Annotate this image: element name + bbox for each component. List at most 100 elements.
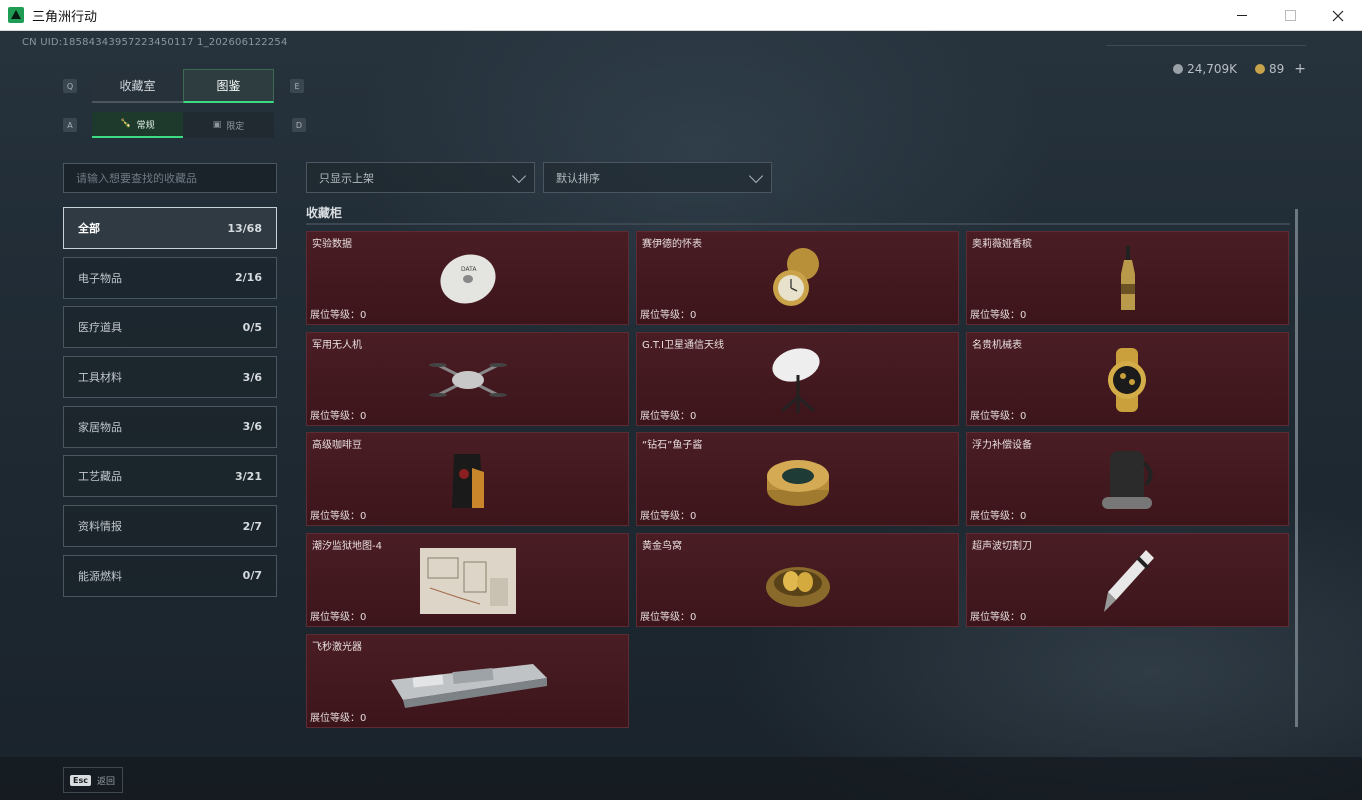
add-currency-button[interactable]: + [1294, 61, 1306, 77]
card-level: 展位等级：0 [310, 411, 367, 422]
card-level: 展位等级：0 [310, 310, 367, 321]
category-electronics[interactable]: 电子物品 2/16 [63, 256, 277, 299]
close-icon [1332, 10, 1344, 21]
ultrasonic-knife-icon [1073, 546, 1183, 616]
subtab-limited[interactable]: ▣ 限定 [183, 112, 274, 138]
collection-card[interactable]: 浮力补偿设备 展位等级：0 [966, 432, 1289, 526]
back-button[interactable]: Esc 返回 [63, 767, 123, 793]
category-count: 0/7 [242, 569, 262, 583]
chevron-down-icon [511, 168, 527, 184]
bottle-icon: 🍾 [120, 119, 132, 129]
sort-dropdown-label: 默认排序 [556, 171, 600, 185]
subtab-regular-label: 常规 [136, 120, 155, 131]
map-icon [413, 546, 523, 616]
collection-card[interactable]: 名贵机械表 展位等级：0 [966, 332, 1289, 426]
card-level: 展位等级：0 [970, 612, 1027, 623]
collection-card[interactable]: 超声波切割刀 展位等级：0 [966, 533, 1289, 627]
collection-card[interactable]: 飞秒激光器 展位等级：0 [306, 634, 629, 728]
collection-card[interactable]: 黄金鸟窝 展位等级：0 [636, 533, 959, 627]
filter-dropdown[interactable]: 只显示上架 [306, 162, 535, 193]
tab-catalog[interactable]: 图鉴 [183, 69, 274, 103]
sort-dropdown[interactable]: 默认排序 [543, 162, 772, 193]
filter-dropdown-label: 只显示上架 [319, 171, 374, 185]
collection-card[interactable]: 实验数据 DATA 展位等级：0 [306, 231, 629, 325]
currency-silver: 24,709K [1173, 62, 1237, 76]
collection-card[interactable]: 奥莉薇娅香槟 展位等级：0 [966, 231, 1289, 325]
category-label: 工艺藏品 [78, 470, 122, 484]
category-crafts[interactable]: 工艺藏品 3/21 [63, 455, 277, 498]
category-count: 3/6 [242, 370, 262, 384]
champagne-icon [1073, 244, 1183, 314]
currency-gold-value: 89 [1268, 62, 1285, 76]
category-count: 13/68 [227, 221, 262, 235]
tab-collection-room[interactable]: 收藏室 [92, 69, 183, 103]
frame-icon: ▣ [212, 120, 222, 130]
card-name: 超声波切割刀 [972, 541, 1032, 552]
currency-gold: 89 + [1254, 61, 1306, 77]
grid-scrollbar[interactable] [1295, 209, 1298, 727]
bottom-bar [0, 757, 1362, 800]
category-label: 家居物品 [78, 420, 122, 434]
svg-text:DATA: DATA [461, 266, 477, 273]
card-name: 潮汐监狱地图-4 [312, 541, 382, 552]
card-name: 高级咖啡豆 [312, 440, 362, 451]
card-name: 浮力补偿设备 [972, 440, 1032, 451]
card-level: 展位等级：0 [970, 310, 1027, 321]
collection-card[interactable]: G.T.I卫星通信天线 展位等级：0 [636, 332, 959, 426]
maximize-button[interactable] [1266, 0, 1314, 31]
sub-tabs: 🍾 常规 ▣ 限定 [92, 112, 274, 138]
close-button[interactable] [1314, 0, 1362, 31]
category-energy[interactable]: 能源燃料 0/7 [63, 554, 277, 597]
game-screen: CN UID:18584343957223450117 1_2026061222… [0, 31, 1362, 800]
category-all[interactable]: 全部 13/68 [63, 207, 277, 249]
pocket-watch-icon [743, 244, 853, 314]
currency-divider [1106, 45, 1306, 46]
search-input[interactable] [63, 163, 277, 193]
category-label: 能源燃料 [78, 569, 122, 583]
key-hint-d: D [292, 118, 306, 132]
category-count: 3/6 [242, 420, 262, 434]
bcd-icon [1073, 445, 1183, 515]
category-count: 0/5 [242, 320, 262, 334]
collection-card[interactable]: 潮汐监狱地图-4 展位等级：0 [306, 533, 629, 627]
card-level: 展位等级：0 [310, 713, 367, 724]
collection-card[interactable]: 高级咖啡豆 展位等级：0 [306, 432, 629, 526]
card-name: 名贵机械表 [972, 340, 1022, 351]
satellite-dish-icon [743, 345, 853, 415]
section-title: 收藏柜 [306, 206, 343, 220]
category-tools[interactable]: 工具材料 3/6 [63, 356, 277, 399]
silver-coin-icon [1173, 64, 1184, 74]
subtab-regular[interactable]: 🍾 常规 [92, 112, 183, 138]
category-label: 电子物品 [78, 271, 122, 285]
currency-bar: 24,709K 89 + [1173, 61, 1306, 77]
category-medical[interactable]: 医疗道具 0/5 [63, 306, 277, 349]
card-name: “钻石”鱼子酱 [642, 440, 703, 451]
card-level: 展位等级：0 [310, 612, 367, 623]
card-level: 展位等级：0 [970, 411, 1027, 422]
category-label: 资料情报 [78, 520, 122, 534]
collection-card[interactable]: “钻石”鱼子酱 展位等级：0 [636, 432, 959, 526]
key-hint-a: A [63, 118, 77, 132]
card-level: 展位等级：0 [640, 612, 697, 623]
card-name: 赛伊德的怀表 [642, 239, 702, 250]
wristwatch-icon [1073, 345, 1183, 415]
minimize-button[interactable] [1218, 0, 1266, 31]
coffee-bag-icon [413, 445, 523, 515]
category-count: 2/7 [242, 519, 262, 533]
category-label: 医疗道具 [78, 321, 122, 335]
caviar-tin-icon [743, 445, 853, 515]
laser-device-icon [383, 647, 553, 717]
drone-icon [413, 345, 523, 415]
key-hint-e: E [290, 79, 304, 93]
category-intel[interactable]: 资料情报 2/7 [63, 505, 277, 548]
card-name: G.T.I卫星通信天线 [642, 340, 724, 351]
category-household[interactable]: 家居物品 3/6 [63, 405, 277, 448]
chevron-down-icon [748, 168, 764, 184]
card-name: 奥莉薇娅香槟 [972, 239, 1032, 250]
category-count: 3/21 [235, 469, 262, 483]
collection-card[interactable]: 军用无人机 展位等级：0 [306, 332, 629, 426]
collection-card[interactable]: 赛伊德的怀表 展位等级：0 [636, 231, 959, 325]
golden-nest-icon [743, 546, 853, 616]
main-tabs: 收藏室 图鉴 [92, 69, 274, 103]
card-level: 展位等级：0 [640, 411, 697, 422]
